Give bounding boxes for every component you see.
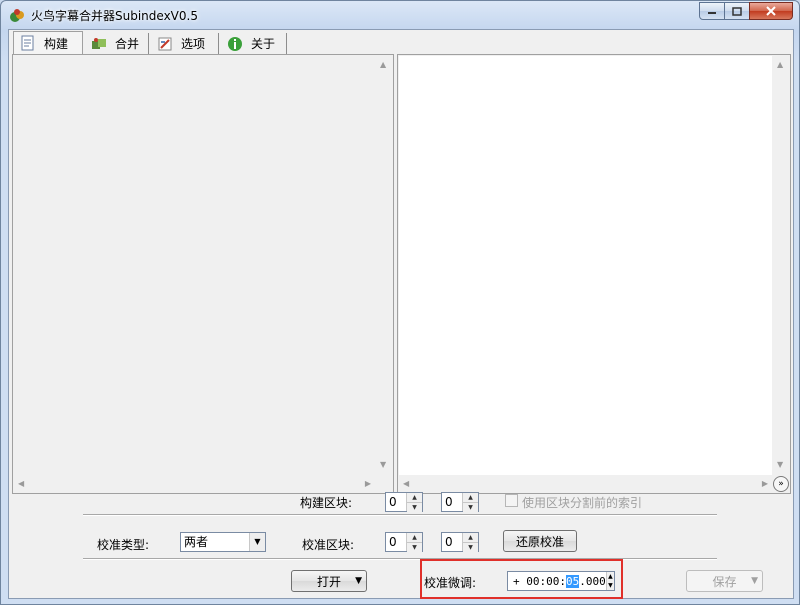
calib-type-label: 校准类型: xyxy=(97,538,150,552)
scroll-down-icon[interactable]: ▼ xyxy=(380,461,386,469)
close-button[interactable] xyxy=(749,2,793,20)
scroll-up-icon[interactable]: ▲ xyxy=(777,61,783,69)
build-block-start-stepper[interactable]: 0 ▲ ▼ xyxy=(385,492,423,512)
build-icon xyxy=(21,35,34,51)
open-button-label: 打开 xyxy=(316,574,341,589)
source-text-area[interactable] xyxy=(14,56,375,475)
minimize-icon xyxy=(708,12,716,14)
build-block-start-value[interactable]: 0 xyxy=(386,493,406,511)
dropdown-arrow-icon[interactable]: ▼ xyxy=(355,576,362,586)
output-vertical-scrollbar[interactable]: ▲ ▼ xyxy=(773,55,790,475)
tab-about-label: 关于 xyxy=(251,37,276,51)
minimize-button[interactable] xyxy=(699,2,725,20)
tab-merge-label: 合并 xyxy=(115,37,140,51)
tab-options[interactable]: 选项 xyxy=(151,33,219,54)
spin-down-icon[interactable]: ▼ xyxy=(463,503,478,512)
main-window: 火鸟字幕合并器SubindexV0.5 构建 合并 选项 关于 ▲ ▼ ◀ ▶ … xyxy=(0,0,800,605)
output-text-area[interactable] xyxy=(399,56,772,475)
use-split-index-checkbox[interactable] xyxy=(505,494,518,507)
chevron-down-icon[interactable]: ▼ xyxy=(249,533,265,551)
calib-fine-seconds[interactable]: 05 xyxy=(566,574,580,588)
restore-calib-button[interactable]: 还原校准 xyxy=(503,530,577,552)
spin-up-icon[interactable]: ▲ xyxy=(407,533,422,543)
title-bar: 火鸟字幕合并器SubindexV0.5 xyxy=(1,1,799,29)
spin-down-icon[interactable]: ▼ xyxy=(407,543,422,552)
double-chevron-down-icon: » xyxy=(778,479,784,489)
tab-build[interactable]: 构建 xyxy=(13,31,83,54)
about-icon xyxy=(228,36,242,51)
spin-down-icon[interactable]: ▼ xyxy=(606,581,614,590)
window-title: 火鸟字幕合并器SubindexV0.5 xyxy=(31,9,198,23)
spin-up-icon[interactable]: ▲ xyxy=(407,493,422,503)
expand-button[interactable]: » xyxy=(773,476,789,492)
tab-options-label: 选项 xyxy=(181,37,206,51)
build-block-end-stepper[interactable]: 0 ▲ ▼ xyxy=(441,492,479,512)
source-horizontal-scrollbar[interactable]: ◀ ▶ xyxy=(13,476,375,493)
scroll-left-icon[interactable]: ◀ xyxy=(403,480,409,488)
output-horizontal-scrollbar[interactable]: ◀ ▶ xyxy=(398,476,772,493)
calib-type-value[interactable]: 两者 xyxy=(181,533,249,551)
scroll-up-icon[interactable]: ▲ xyxy=(380,61,386,69)
tab-bar: 构建 合并 选项 关于 xyxy=(9,30,793,54)
save-button[interactable]: 保存 ▼ xyxy=(686,570,763,592)
calib-fine-prefix: 00:00: xyxy=(526,574,566,588)
output-text-panel[interactable]: ▲ ▼ ◀ ▶ » xyxy=(397,54,791,494)
scroll-right-icon[interactable]: ▶ xyxy=(365,480,371,488)
separator xyxy=(83,514,717,516)
options-icon xyxy=(158,37,172,50)
caption-buttons xyxy=(699,2,793,20)
source-vertical-scrollbar[interactable]: ▲ ▼ xyxy=(376,55,393,475)
calib-block-start-stepper[interactable]: 0 ▲ ▼ xyxy=(385,532,423,552)
client-area: 构建 合并 选项 关于 ▲ ▼ ◀ ▶ ▲ ▼ ◀ ▶ » 构建区块: 0 ▲ … xyxy=(8,29,794,599)
spin-down-icon[interactable]: ▼ xyxy=(463,543,478,552)
calib-fine-suffix: .000 xyxy=(579,574,606,588)
spin-up-icon[interactable]: ▲ xyxy=(463,493,478,503)
spin-up-icon[interactable]: ▲ xyxy=(606,572,614,581)
spin-up-icon[interactable]: ▲ xyxy=(463,533,478,543)
calib-type-select[interactable]: 两者 ▼ xyxy=(180,532,266,552)
close-icon xyxy=(766,6,776,16)
save-button-label: 保存 xyxy=(712,574,737,589)
calib-fine-sign: + xyxy=(513,574,520,588)
tab-merge[interactable]: 合并 xyxy=(85,33,149,54)
source-text-panel[interactable]: ▲ ▼ ◀ ▶ xyxy=(12,54,394,494)
open-button[interactable]: 打开 ▼ xyxy=(291,570,367,592)
app-icon xyxy=(10,9,24,22)
scroll-right-icon[interactable]: ▶ xyxy=(762,480,768,488)
calib-block-end-value[interactable]: 0 xyxy=(442,533,462,551)
use-split-index-label: 使用区块分割前的索引 xyxy=(522,496,643,510)
spin-down-icon[interactable]: ▼ xyxy=(407,503,422,512)
calib-fine-label: 校准微调: xyxy=(424,576,477,590)
calib-fine-time-value[interactable]: + 00:00:05.000 xyxy=(508,574,606,588)
calib-block-label: 校准区块: xyxy=(302,538,355,552)
calib-block-end-stepper[interactable]: 0 ▲ ▼ xyxy=(441,532,479,552)
calib-fine-time-field[interactable]: + 00:00:05.000 ▲ ▼ xyxy=(507,571,615,591)
scroll-left-icon[interactable]: ◀ xyxy=(18,480,24,488)
merge-icon xyxy=(92,37,106,49)
scroll-down-icon[interactable]: ▼ xyxy=(777,461,783,469)
build-block-end-value[interactable]: 0 xyxy=(442,493,462,511)
dropdown-arrow-icon[interactable]: ▼ xyxy=(751,576,758,586)
build-block-label: 构建区块: xyxy=(300,496,353,510)
tab-build-label: 构建 xyxy=(44,36,69,51)
maximize-icon xyxy=(732,6,742,16)
calib-block-start-value[interactable]: 0 xyxy=(386,533,406,551)
maximize-button[interactable] xyxy=(724,2,750,20)
tab-about[interactable]: 关于 xyxy=(221,33,287,54)
